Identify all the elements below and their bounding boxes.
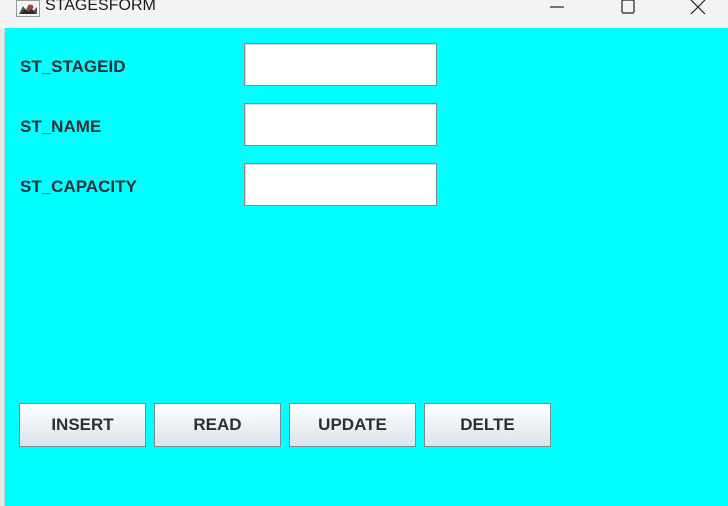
close-button[interactable] bbox=[675, 0, 721, 20]
capacity-label: ST_CAPACITY bbox=[20, 177, 137, 196]
insert-button[interactable]: INSERT bbox=[19, 403, 146, 447]
maximize-button[interactable] bbox=[605, 0, 651, 20]
title-bar[interactable]: STAGESFORM bbox=[0, 0, 728, 28]
app-window: STAGESFORM ST_STAGEID ST_NAME ST_CAPACIT… bbox=[0, 0, 728, 506]
capacity-input[interactable] bbox=[244, 163, 437, 206]
java-app-icon[interactable] bbox=[16, 0, 40, 17]
stageid-label: ST_STAGEID bbox=[20, 57, 126, 76]
window-title: STAGESFORM bbox=[45, 0, 156, 14]
stageid-input[interactable] bbox=[244, 43, 437, 86]
update-button[interactable]: UPDATE bbox=[289, 403, 416, 447]
delete-button[interactable]: DELTE bbox=[424, 403, 551, 447]
close-icon bbox=[690, 0, 706, 15]
form-panel: ST_STAGEID ST_NAME ST_CAPACITY INSERT RE… bbox=[5, 28, 728, 506]
maximize-icon bbox=[620, 0, 636, 15]
name-label: ST_NAME bbox=[20, 117, 102, 136]
read-button[interactable]: READ bbox=[154, 403, 281, 447]
name-input[interactable] bbox=[244, 103, 437, 146]
minimize-icon bbox=[549, 0, 565, 15]
minimize-button[interactable] bbox=[534, 0, 580, 20]
